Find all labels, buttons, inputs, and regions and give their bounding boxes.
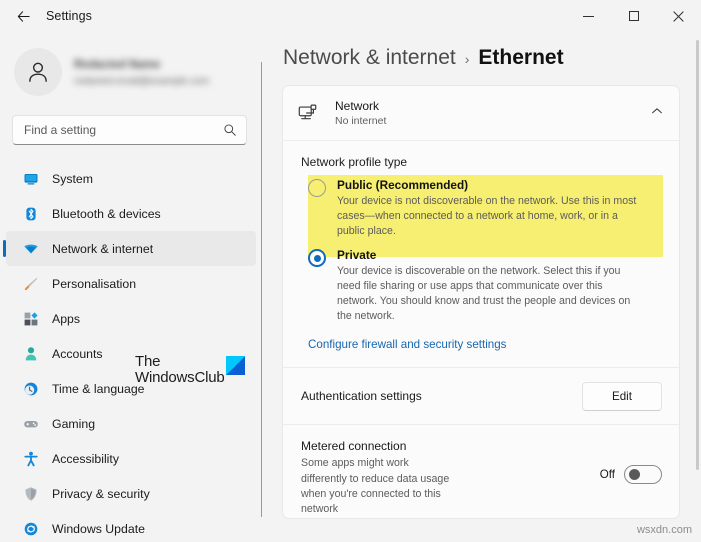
page-title: Ethernet [478, 46, 564, 69]
radio-public[interactable] [308, 179, 326, 197]
sidebar-item-windows-update[interactable]: Windows Update [6, 511, 256, 542]
metered-description: Some apps might work differently to redu… [301, 457, 450, 516]
person-icon [22, 345, 39, 362]
chevron-up-icon[interactable] [650, 104, 664, 123]
radio-private-body: Private Your device is discoverable on t… [337, 248, 637, 324]
sidebar-item-label: Privacy & security [52, 486, 150, 501]
sidebar-item-label: Windows Update [52, 521, 145, 536]
monitor-icon [22, 170, 39, 187]
breadcrumb: Network & internet › Ethernet [283, 46, 701, 70]
person-avatar-icon [29, 62, 47, 82]
refresh-circle-icon [22, 520, 39, 537]
radio-public-body: Public (Recommended) Your device is not … [337, 178, 637, 239]
sidebar-nav: System Bluetooth & devices Network & int… [0, 161, 262, 542]
sidebar-item-label: Bluetooth & devices [52, 206, 161, 221]
ethernet-monitor-icon [297, 102, 323, 124]
avatar [14, 48, 62, 96]
sidebar-item-gaming[interactable]: Gaming [6, 406, 256, 441]
search-box[interactable] [12, 115, 247, 145]
radio-private[interactable] [308, 249, 326, 268]
sidebar: Redacted Name redacted.email@example.com [0, 32, 262, 542]
network-card-text: Network No internet [335, 99, 386, 127]
minimize-button[interactable] [566, 0, 611, 32]
settings-window: Settings Redacted Name redacted.email@ex… [0, 0, 701, 542]
metered-text: Metered connection Some apps might work … [301, 439, 453, 517]
account-block[interactable]: Redacted Name redacted.email@example.com [14, 45, 262, 99]
back-arrow-icon [17, 10, 30, 22]
sidebar-item-personalisation[interactable]: Personalisation [6, 266, 256, 301]
account-email: redacted.email@example.com [74, 76, 210, 87]
apps-grid-icon [22, 310, 39, 327]
sidebar-item-apps[interactable]: Apps [6, 301, 256, 336]
account-name: Redacted Name [74, 59, 161, 71]
ethernet-card: Network No internet Network profile type… [282, 85, 680, 519]
edit-button[interactable]: Edit [582, 381, 662, 411]
search-input[interactable] [13, 123, 208, 137]
app-title: Settings [46, 9, 92, 23]
sidebar-item-label: Accounts [52, 346, 103, 361]
sidebar-item-bluetooth-devices[interactable]: Bluetooth & devices [6, 196, 256, 231]
chevron-right-icon: › [464, 51, 470, 67]
radio-private-description: Your device is discoverable on the netwo… [337, 265, 631, 323]
metered-title: Metered connection [301, 439, 407, 454]
toggle-knob [629, 469, 640, 481]
title-bar: Settings [0, 0, 701, 32]
sidebar-item-label: Time & language [52, 381, 145, 396]
radio-public-description: Your device is not discoverable on the n… [337, 195, 637, 238]
sidebar-item-label: Apps [52, 311, 81, 326]
clock-globe-icon [22, 380, 39, 397]
metered-connection-row: Metered connection Some apps might work … [283, 425, 679, 517]
close-icon [673, 10, 684, 22]
close-button[interactable] [656, 0, 701, 32]
sidebar-item-system[interactable]: System [6, 161, 256, 196]
wifi-icon [22, 240, 39, 257]
metered-state-label: Off [599, 468, 615, 482]
sidebar-item-label: Personalisation [52, 276, 137, 291]
sidebar-item-label: Network & internet [52, 241, 154, 256]
authentication-row: Authentication settings Edit [283, 368, 679, 424]
account-text: Redacted Name redacted.email@example.com [74, 57, 209, 87]
sidebar-item-time-language[interactable]: Time & language [6, 371, 256, 406]
sidebar-item-label: Accessibility [52, 451, 119, 466]
window-controls [566, 0, 701, 32]
sidebar-item-accounts[interactable]: Accounts [6, 336, 256, 371]
search-icon[interactable] [223, 123, 237, 137]
gamepad-icon [22, 415, 39, 432]
network-card-subtitle: No internet [335, 115, 387, 127]
accessibility-person-icon [22, 450, 39, 467]
sidebar-item-label: Gaming [52, 416, 96, 431]
network-card-title: Network [335, 99, 380, 113]
minimize-icon [583, 15, 594, 17]
network-profile-section: Network profile type Public (Recommended… [283, 141, 679, 367]
firewall-settings-link[interactable]: Configure firewall and security settings [308, 338, 506, 351]
maximize-icon [628, 11, 639, 21]
sidebar-item-accessibility[interactable]: Accessibility [6, 441, 256, 476]
metered-toggle-wrap: Off [599, 439, 662, 485]
radio-private-title: Private [337, 248, 377, 263]
metered-toggle[interactable] [624, 465, 662, 485]
shield-icon [22, 485, 39, 502]
maximize-button[interactable] [611, 0, 656, 32]
bluetooth-icon [22, 205, 39, 222]
breadcrumb-parent[interactable]: Network & internet [283, 46, 456, 70]
authentication-label: Authentication settings [301, 389, 422, 404]
main-content: Network & internet › Ethernet Network No… [262, 32, 701, 542]
sidebar-item-privacy-security[interactable]: Privacy & security [6, 476, 256, 511]
radio-option-private[interactable]: Private Your device is discoverable on t… [301, 248, 661, 324]
network-profile-label: Network profile type [301, 155, 408, 169]
sidebar-item-label: System [52, 171, 93, 186]
scrollbar[interactable] [696, 40, 699, 470]
radio-option-public[interactable]: Public (Recommended) Your device is not … [301, 178, 661, 239]
network-card-header[interactable]: Network No internet [283, 86, 679, 140]
sidebar-item-network-internet[interactable]: Network & internet [3, 231, 256, 266]
radio-public-title: Public (Recommended) [337, 178, 469, 192]
paintbrush-icon [22, 275, 39, 292]
back-button[interactable] [6, 1, 40, 31]
